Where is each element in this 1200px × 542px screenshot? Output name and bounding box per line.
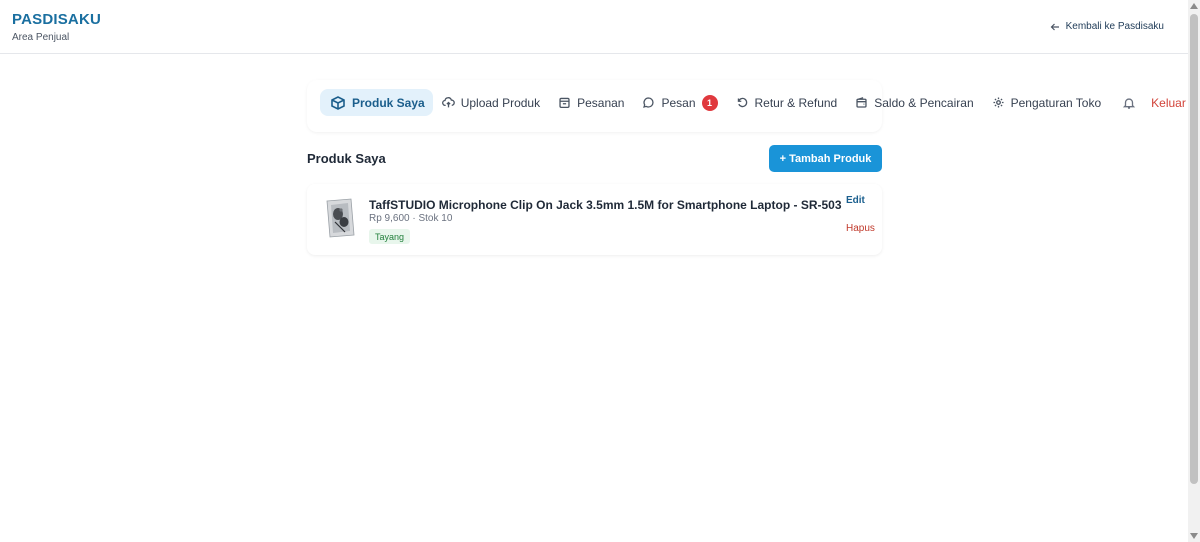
wallet-icon [856, 97, 867, 108]
nav-label: Pengaturan Toko [1010, 95, 1102, 110]
rotate-ccw-icon [737, 97, 747, 108]
scroll-down-arrow-icon[interactable] [1190, 533, 1198, 539]
back-link-label: Kembali ke Pasdisaku [1065, 21, 1164, 32]
box-icon [331, 95, 345, 110]
nav-item-retur-refund[interactable]: Retur & Refund [727, 89, 847, 116]
brand-logo[interactable]: PASDISAKU [12, 11, 101, 28]
product-price-stock: Rp 9,600 · Stok 10 [369, 213, 453, 224]
nav-item-pesan[interactable]: Pesan 1 [633, 89, 726, 116]
back-to-store-link[interactable]: Kembali ke Pasdisaku [1050, 21, 1164, 32]
notification-bell[interactable] [1110, 96, 1142, 110]
cloud-upload-icon [441, 97, 455, 108]
nav-label: Pesan [661, 95, 696, 110]
product-thumbnail[interactable] [323, 198, 357, 238]
scroll-up-arrow-icon[interactable] [1190, 3, 1198, 9]
calendar-icon [559, 97, 570, 109]
logout-button[interactable]: Keluar [1142, 89, 1195, 116]
nav-label: Upload Produk [460, 95, 541, 110]
edit-link[interactable]: Edit [846, 195, 865, 206]
page-scrollbar[interactable] [1188, 0, 1200, 542]
chat-bubble-icon [643, 97, 655, 108]
nav-item-pesanan[interactable]: Pesanan [549, 89, 633, 116]
nav-item-upload-produk[interactable]: Upload Produk [433, 89, 549, 116]
delete-link[interactable]: Hapus [846, 223, 875, 234]
brand-subtitle: Area Penjual [12, 32, 70, 43]
add-product-button[interactable]: + Tambah Produk [769, 145, 882, 172]
product-row: TaffSTUDIO Microphone Clip On Jack 3.5mm… [307, 184, 882, 255]
top-bar: PASDISAKU Area Penjual Kembali ke Pasdis… [0, 0, 1188, 54]
bell-icon [1123, 97, 1136, 109]
arrow-left-icon [1050, 23, 1059, 30]
status-badge: Tayang [369, 229, 411, 244]
seller-nav: Produk Saya Upload Produk Pesanan Pesan … [320, 88, 1195, 117]
nav-item-produk-saya[interactable]: Produk Saya [320, 89, 433, 116]
nav-label: Pesanan [577, 95, 625, 110]
page-title: Produk Saya [307, 151, 386, 166]
nav-label: Retur & Refund [754, 95, 838, 110]
unread-badge: 1 [701, 94, 718, 111]
nav-item-saldo-pencairan[interactable]: Saldo & Pencairan [846, 89, 982, 116]
scroll-thumb[interactable] [1190, 14, 1198, 484]
nav-label: Produk Saya [352, 95, 425, 110]
nav-item-pengaturan-toko[interactable]: Pengaturan Toko [983, 89, 1111, 116]
nav-label: Saldo & Pencairan [874, 95, 974, 110]
gear-icon [993, 97, 1004, 108]
product-name[interactable]: TaffSTUDIO Microphone Clip On Jack 3.5mm… [369, 198, 842, 212]
